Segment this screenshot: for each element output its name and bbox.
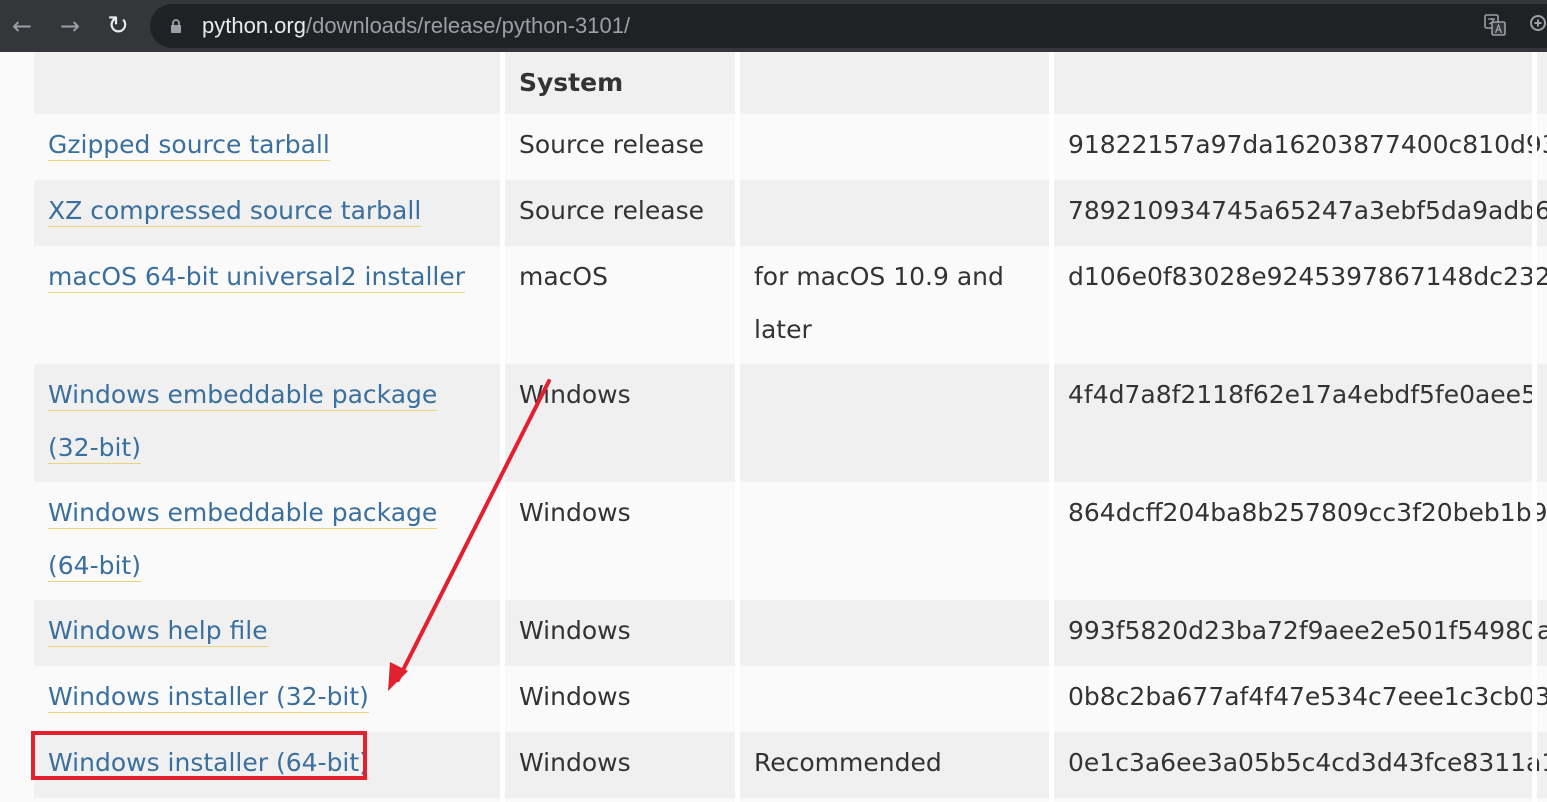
annotation-highlight-box	[31, 731, 367, 780]
annotation-arrow	[388, 379, 551, 691]
